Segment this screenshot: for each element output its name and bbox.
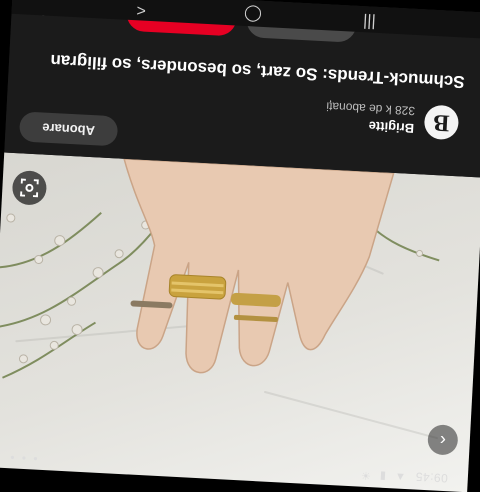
hand-with-rings xyxy=(123,158,395,374)
pin-image[interactable]: ‹ xyxy=(0,152,480,492)
lens-icon xyxy=(19,178,39,198)
notification-dots: • • • xyxy=(7,450,38,466)
subscribe-button[interactable]: Abonare xyxy=(18,111,119,147)
recents-button[interactable]: ||| xyxy=(363,12,376,31)
status-time: 09:45 xyxy=(414,469,449,486)
pin-title: Schmuck-Trends: So zart, so besonders, s… xyxy=(49,50,466,92)
follower-count: 328 k de abonați xyxy=(325,99,416,118)
avatar[interactable]: B xyxy=(423,104,460,141)
chevron-left-icon: ‹ xyxy=(439,430,447,452)
home-button[interactable]: ◯ xyxy=(243,4,263,25)
pin-screen: ‹ 09:45 ▲ ▮ ☀ • • • Abonare B Brigitte 3… xyxy=(0,0,480,492)
author-name[interactable]: Brigitte xyxy=(368,119,414,136)
nav-back-button[interactable]: < xyxy=(136,0,146,18)
status-icons: ▲ ▮ ☀ xyxy=(357,468,407,483)
